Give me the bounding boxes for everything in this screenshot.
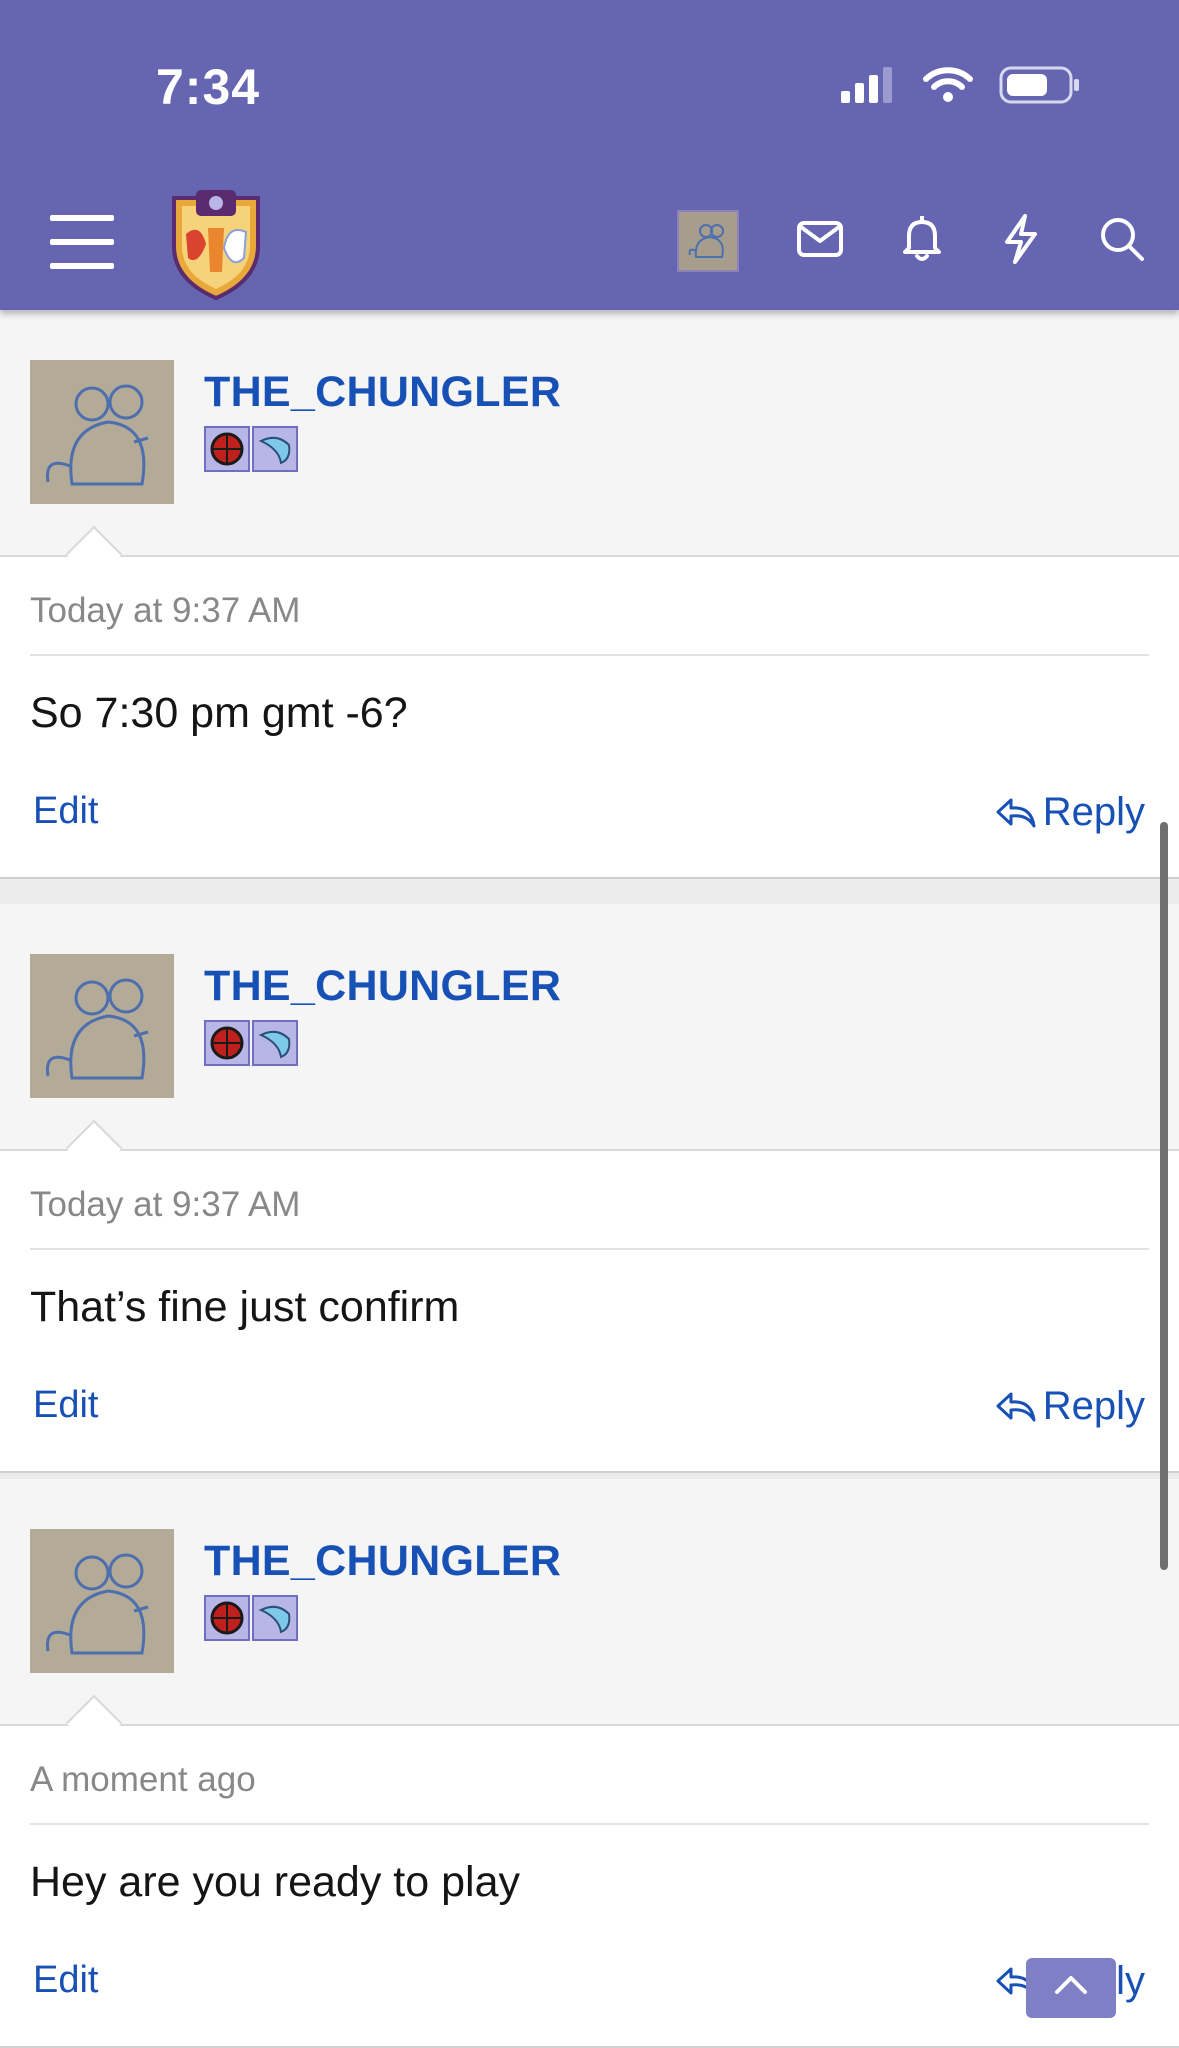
mouse-sketch-icon [45,1553,149,1655]
divider [30,1248,1149,1250]
mouse-sketch-icon [45,384,149,486]
user-avatar[interactable] [30,360,174,504]
post-timestamp[interactable]: A moment ago [30,1760,256,1800]
edit-link[interactable]: Edit [33,1384,98,1427]
lightning-icon[interactable] [1001,213,1041,269]
forum-crest-logo [172,190,260,301]
divider [30,1823,1149,1825]
envelope-icon[interactable] [797,220,843,262]
post-username[interactable]: THE_CHUNGLER [204,368,561,417]
mouse-sketch-icon [688,224,724,258]
site-logo[interactable] [166,188,266,305]
mouse-sketch-icon [45,978,149,1080]
post-body: Hey are you ready to play [30,1858,520,1906]
wifi-icon [923,67,973,108]
feather-badge-icon [252,1020,298,1066]
edit-link[interactable]: Edit [33,1959,98,2002]
reply-arrow-icon [996,1392,1036,1421]
search-icon[interactable] [1099,216,1145,267]
battery-icon [999,66,1081,109]
red-orb-badge-icon [204,426,250,472]
status-time: 7:34 [156,59,261,115]
post-user-strip: THE_CHUNGLER [0,1479,1179,1752]
post-username[interactable]: THE_CHUNGLER [204,1537,561,1586]
status-icons [841,66,1081,109]
user-badges [204,426,298,472]
post-username[interactable]: THE_CHUNGLER [204,962,561,1011]
red-orb-badge-icon [204,1595,250,1641]
user-badges [204,1020,298,1066]
feather-badge-icon [252,426,298,472]
scrollbar[interactable] [1160,822,1168,1570]
header-actions [619,210,1145,272]
red-orb-badge-icon [204,1020,250,1066]
reply-label: Reply [1042,1384,1145,1428]
user-avatar[interactable] [30,954,174,1098]
hamburger-icon [50,215,114,269]
app-header: 7:34 [0,0,1179,310]
post-timestamp[interactable]: Today at 9:37 AM [30,1185,300,1225]
reply-label: Reply [1042,790,1145,834]
post-body: That’s fine just confirm [30,1283,460,1331]
account-avatar[interactable] [677,210,739,272]
reply-button[interactable]: Reply [995,1384,1145,1429]
edit-link[interactable]: Edit [33,790,98,833]
feather-badge-icon [252,1595,298,1641]
cellular-signal-icon [841,67,897,108]
post-message: Today at 9:37 AM So 7:30 pm gmt -6? Edit… [0,557,1179,879]
user-avatar[interactable] [30,1529,174,1673]
post-message: A moment ago Hey are you ready to play E… [0,1726,1179,2048]
user-badges [204,1595,298,1641]
scroll-to-top-button[interactable] [1026,1958,1116,2018]
reply-button[interactable]: Reply [995,790,1145,835]
post-user-strip: THE_CHUNGLER [0,904,1179,1177]
post-message: Today at 9:37 AM That’s fine just confir… [0,1151,1179,1473]
post-body: So 7:30 pm gmt -6? [30,689,408,737]
post-user-strip: THE_CHUNGLER [0,310,1179,583]
post-timestamp[interactable]: Today at 9:37 AM [30,591,300,631]
menu-button[interactable] [50,215,114,274]
bell-icon[interactable] [901,214,943,267]
reply-arrow-icon [996,798,1036,827]
chevron-up-icon [1055,1976,1087,1994]
divider [30,654,1149,656]
